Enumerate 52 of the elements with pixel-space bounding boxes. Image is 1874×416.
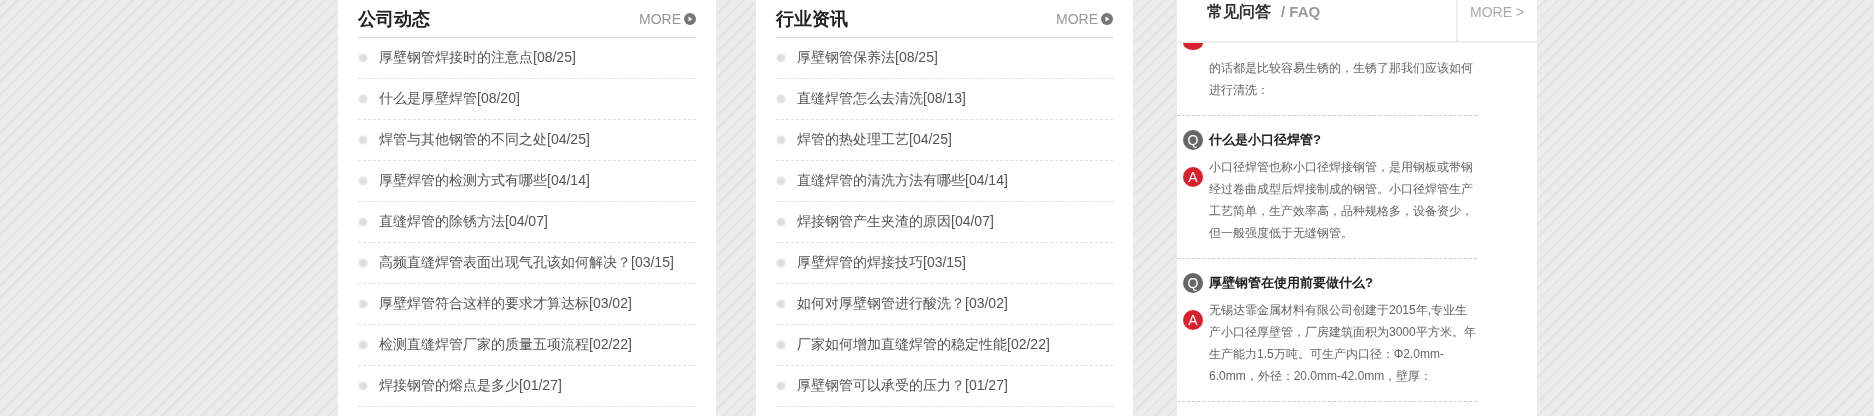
bullet-icon bbox=[359, 341, 367, 349]
news-link[interactable]: 高频直缝焊管表面出现气孔该如何解决？[03/15] bbox=[379, 254, 674, 272]
bullet-icon bbox=[777, 54, 785, 62]
answer-badge: A bbox=[1183, 167, 1203, 187]
news-link[interactable]: 检测直缝焊管厂家的质量五项流程[02/22] bbox=[379, 336, 632, 354]
news-link[interactable]: 厚壁焊管符合这样的要求才算达标[03/02] bbox=[379, 295, 632, 313]
news-link[interactable]: 什么是厚壁焊管[08/20] bbox=[379, 90, 520, 108]
bullet-icon bbox=[359, 54, 367, 62]
bullet-icon bbox=[359, 300, 367, 308]
bullet-icon bbox=[777, 300, 785, 308]
bullet-icon bbox=[359, 136, 367, 144]
news-link[interactable]: 焊接钢管产生夹渣的原因[04/07] bbox=[797, 213, 994, 231]
faq-answer: 无锡达霏金属材料有限公司创建于2015年,专业生产小口径厚壁管，厂房建筑面积为3000平方米。年生产能力1.5万吨。可生产内口径：Φ2.0mm-6.0mm，外径：20.0mm-42.0mm，壁厚： bbox=[1209, 302, 1477, 385]
question-badge: Q bbox=[1183, 130, 1203, 150]
answer-icon bbox=[1183, 43, 1203, 50]
news-link[interactable]: 直缝焊管的除锈方法[04/07] bbox=[379, 213, 548, 231]
panel-title: 常见问答 bbox=[1207, 2, 1271, 22]
faq-answer: 小口径焊管也称小口径焊接钢管，是用钢板或带钢经过卷曲成型后焊接制成的钢管。小口径焊管生产工艺简单，生产效率高，品种规格多，设备资少，但一般强度低于无缝钢管。 bbox=[1209, 159, 1474, 242]
news-link[interactable]: 厚壁钢管可以承受的压力？[01/27] bbox=[797, 377, 1008, 395]
panel-title: 公司动态 bbox=[358, 8, 430, 31]
news-link[interactable]: 厚壁焊管的检测方式有哪些[04/14] bbox=[379, 172, 590, 190]
bullet-icon bbox=[777, 382, 785, 390]
news-link[interactable]: 焊接钢管的熔点是多少[01/27] bbox=[379, 377, 562, 395]
panel-subtitle: / FAQ bbox=[1281, 2, 1321, 22]
bullet-icon bbox=[359, 177, 367, 185]
faq-question[interactable]: 厚壁钢管在使用前要做什么? bbox=[1209, 274, 1373, 292]
news-link[interactable]: 厚壁钢管保养法[08/25] bbox=[797, 49, 938, 67]
answer-badge: A bbox=[1183, 310, 1203, 330]
news-link[interactable]: 焊管与其他钢管的不同之处[04/25] bbox=[379, 131, 590, 149]
play-icon bbox=[1101, 13, 1113, 25]
faq-question[interactable]: 什么是小口径焊管? bbox=[1209, 131, 1321, 149]
question-badge: Q bbox=[1183, 273, 1203, 293]
news-link[interactable]: 如何对厚壁钢管进行酸洗？[03/02] bbox=[797, 295, 1008, 313]
panel-title: 行业资讯 bbox=[776, 8, 848, 31]
bullet-icon bbox=[777, 136, 785, 144]
bullet-icon bbox=[777, 95, 785, 103]
bullet-icon bbox=[777, 177, 785, 185]
news-link[interactable]: 厚壁钢管焊接时的注意点[08/25] bbox=[379, 49, 576, 67]
bullet-icon bbox=[777, 218, 785, 226]
bullet-icon bbox=[777, 341, 785, 349]
news-link[interactable]: 直缝焊管的清洗方法有哪些[04/14] bbox=[797, 172, 1008, 190]
news-link[interactable]: 直缝焊管怎么去清洗[08/13] bbox=[797, 90, 966, 108]
news-link[interactable]: 焊管的热处理工艺[04/25] bbox=[797, 131, 952, 149]
bullet-icon bbox=[359, 95, 367, 103]
play-icon bbox=[684, 13, 696, 25]
faq-answer: 的话都是比较容易生锈的，生锈了那我们应该如何进行清洗： bbox=[1209, 60, 1474, 99]
news-link[interactable]: 厂家如何增加直缝焊管的稳定性能[02/22] bbox=[797, 336, 1050, 354]
news-link[interactable]: 厚壁焊管的焊接技巧[03/15] bbox=[797, 254, 966, 272]
bullet-icon bbox=[777, 259, 785, 267]
bullet-icon bbox=[359, 259, 367, 267]
bullet-icon bbox=[359, 382, 367, 390]
bullet-icon bbox=[359, 218, 367, 226]
